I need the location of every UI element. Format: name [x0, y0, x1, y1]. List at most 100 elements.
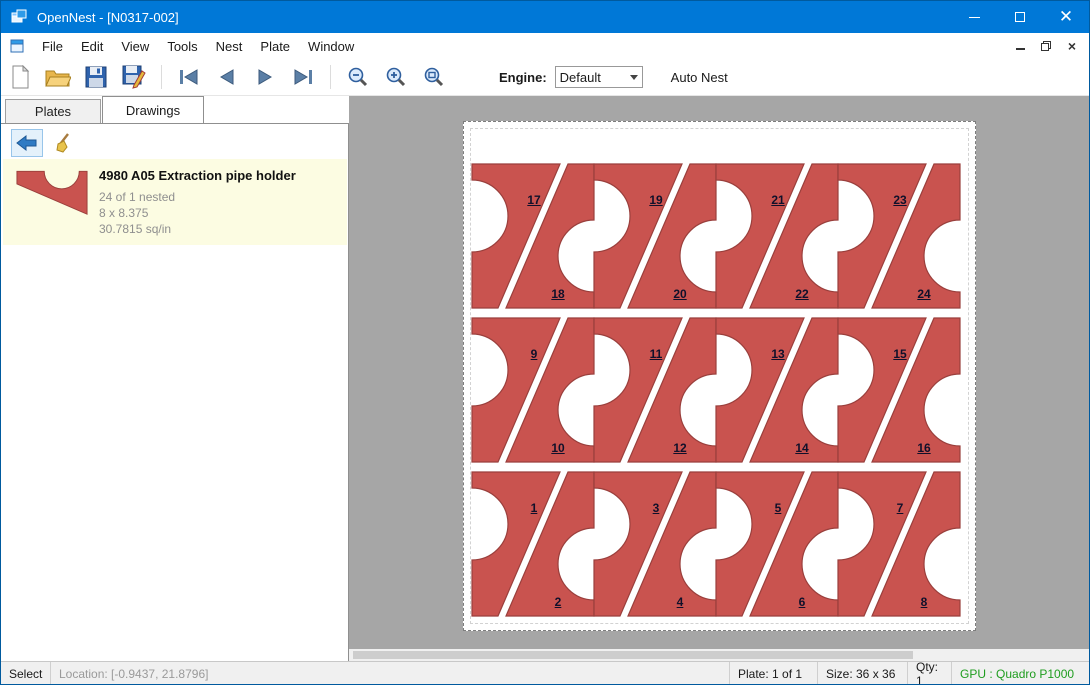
close-button[interactable]: ✕ [1043, 1, 1089, 33]
part-number-label: 4 [677, 595, 684, 609]
part-number-label: 5 [775, 501, 782, 515]
open-button[interactable] [41, 62, 75, 92]
engine-value: Default [560, 70, 601, 85]
part-number-label: 22 [795, 287, 808, 301]
auto-nest-button[interactable]: Auto Nest [665, 66, 734, 89]
part-number-label: 8 [921, 595, 928, 609]
nested-pair: 56 [714, 468, 840, 620]
status-size: Size: 36 x 36 [817, 662, 907, 685]
mdi-close-icon: × [1068, 39, 1076, 53]
status-gpu: GPU : Quadro P1000 [951, 662, 1090, 685]
last-plate-button[interactable] [286, 62, 320, 92]
app-icon [11, 9, 27, 25]
zoom-fit-button[interactable] [417, 62, 451, 92]
status-mode: Select [1, 662, 51, 685]
mdi-restore-button[interactable] [1035, 36, 1057, 56]
scrollbar-thumb[interactable] [353, 651, 913, 659]
nested-pair: 78 [836, 468, 962, 620]
prev-plate-button[interactable] [210, 62, 244, 92]
open-folder-icon [45, 66, 71, 88]
menu-item-plate[interactable]: Plate [251, 35, 299, 58]
engine-select[interactable]: Default [555, 66, 643, 88]
zoom-fit-icon [423, 66, 445, 88]
drawing-title: 4980 A05 Extraction pipe holder [99, 168, 296, 183]
panel-toolbar [1, 127, 348, 159]
drawing-nested-count: 24 of 1 nested [99, 189, 296, 205]
first-plate-button[interactable] [172, 62, 206, 92]
toolbar-separator [161, 65, 162, 89]
menu-item-view[interactable]: View [112, 35, 158, 58]
part-number-label: 14 [795, 441, 808, 455]
part-number-label: 6 [799, 595, 806, 609]
maximize-button[interactable] [997, 1, 1043, 33]
tab-plates[interactable]: Plates [5, 99, 101, 123]
drawing-area: 30.7815 sq/in [99, 221, 296, 237]
part-number-label: 16 [917, 441, 930, 455]
save-floppy-icon [85, 66, 107, 88]
menu-item-edit[interactable]: Edit [72, 35, 112, 58]
part-number-label: 15 [893, 347, 906, 361]
nested-pair: 13 14 [714, 314, 840, 466]
app-window: OpenNest - [N0317-002] ✕ File Edit View … [0, 0, 1090, 685]
close-icon: ✕ [1059, 9, 1073, 26]
clear-button[interactable] [49, 129, 81, 157]
tab-drawings[interactable]: Drawings [102, 96, 204, 123]
menubar: File Edit View Tools Nest Plate Window × [1, 33, 1089, 59]
next-plate-button[interactable] [248, 62, 282, 92]
new-document-icon [9, 65, 31, 89]
part-number-label: 9 [531, 347, 538, 361]
nested-pair: 21 22 [714, 160, 840, 312]
part-number-label: 3 [653, 501, 660, 515]
prev-arrow-icon [217, 68, 237, 86]
maximize-icon [1015, 12, 1025, 22]
menu-item-window[interactable]: Window [299, 35, 363, 58]
zoom-in-button[interactable] [379, 62, 413, 92]
status-qty: Qty: 1 [907, 662, 951, 685]
nested-pair: 910 [470, 314, 596, 466]
part-number-label: 12 [673, 441, 686, 455]
window-title: OpenNest - [N0317-002] [37, 10, 179, 25]
statusbar: Select Location: [-0.9437, 21.8796] Plat… [1, 661, 1089, 685]
part-number-label: 11 [650, 347, 663, 361]
part-number-label: 1 [531, 501, 538, 515]
next-arrow-icon [255, 68, 275, 86]
drawings-panel: 4980 A05 Extraction pipe holder 24 of 1 … [1, 123, 349, 661]
menu-item-tools[interactable]: Tools [158, 35, 206, 58]
mdi-minimize-button[interactable] [1009, 36, 1031, 56]
zoom-out-button[interactable] [341, 62, 375, 92]
save-button[interactable] [79, 62, 113, 92]
zoom-out-icon [347, 66, 369, 88]
status-location: Location: [-0.9437, 21.8796] [51, 662, 216, 685]
part-number-label: 17 [527, 193, 540, 207]
nested-pair: 23 24 [836, 160, 962, 312]
menu-item-file[interactable]: File [33, 35, 72, 58]
titlebar: OpenNest - [N0317-002] ✕ [1, 1, 1089, 33]
mdi-close-button[interactable]: × [1061, 36, 1083, 56]
new-button[interactable] [3, 62, 37, 92]
blue-arrow-icon [16, 134, 38, 152]
save-edit-icon [122, 65, 146, 89]
nested-pair: 1516 [836, 314, 962, 466]
drawing-list-item[interactable]: 4980 A05 Extraction pipe holder 24 of 1 … [3, 159, 347, 245]
menu-item-nest[interactable]: Nest [207, 35, 252, 58]
send-to-plate-button[interactable] [11, 129, 43, 157]
broom-icon [54, 132, 76, 154]
first-arrow-icon [178, 68, 200, 86]
main-toolbar: Engine: Default Auto Nest [1, 59, 1089, 96]
nest-canvas[interactable]: 171819202122232491011121314151612345678 [349, 96, 1090, 649]
toolbar-separator [330, 65, 331, 89]
minimize-button[interactable] [951, 1, 997, 33]
part-number-label: 2 [555, 595, 562, 609]
status-plate: Plate: 1 of 1 [729, 662, 817, 685]
nested-pair: 34 [592, 468, 718, 620]
part-number-label: 13 [771, 347, 784, 361]
part-number-label: 23 [893, 193, 906, 207]
mdi-child-icon [9, 38, 25, 54]
part-number-label: 24 [917, 287, 930, 301]
part-number-label: 21 [771, 193, 784, 207]
save-as-button[interactable] [117, 62, 151, 92]
horizontal-scrollbar[interactable] [349, 649, 1090, 661]
tabstrip: Plates Drawings [1, 96, 349, 123]
drawing-size: 8 x 8.375 [99, 205, 296, 221]
part-number-label: 20 [673, 287, 686, 301]
